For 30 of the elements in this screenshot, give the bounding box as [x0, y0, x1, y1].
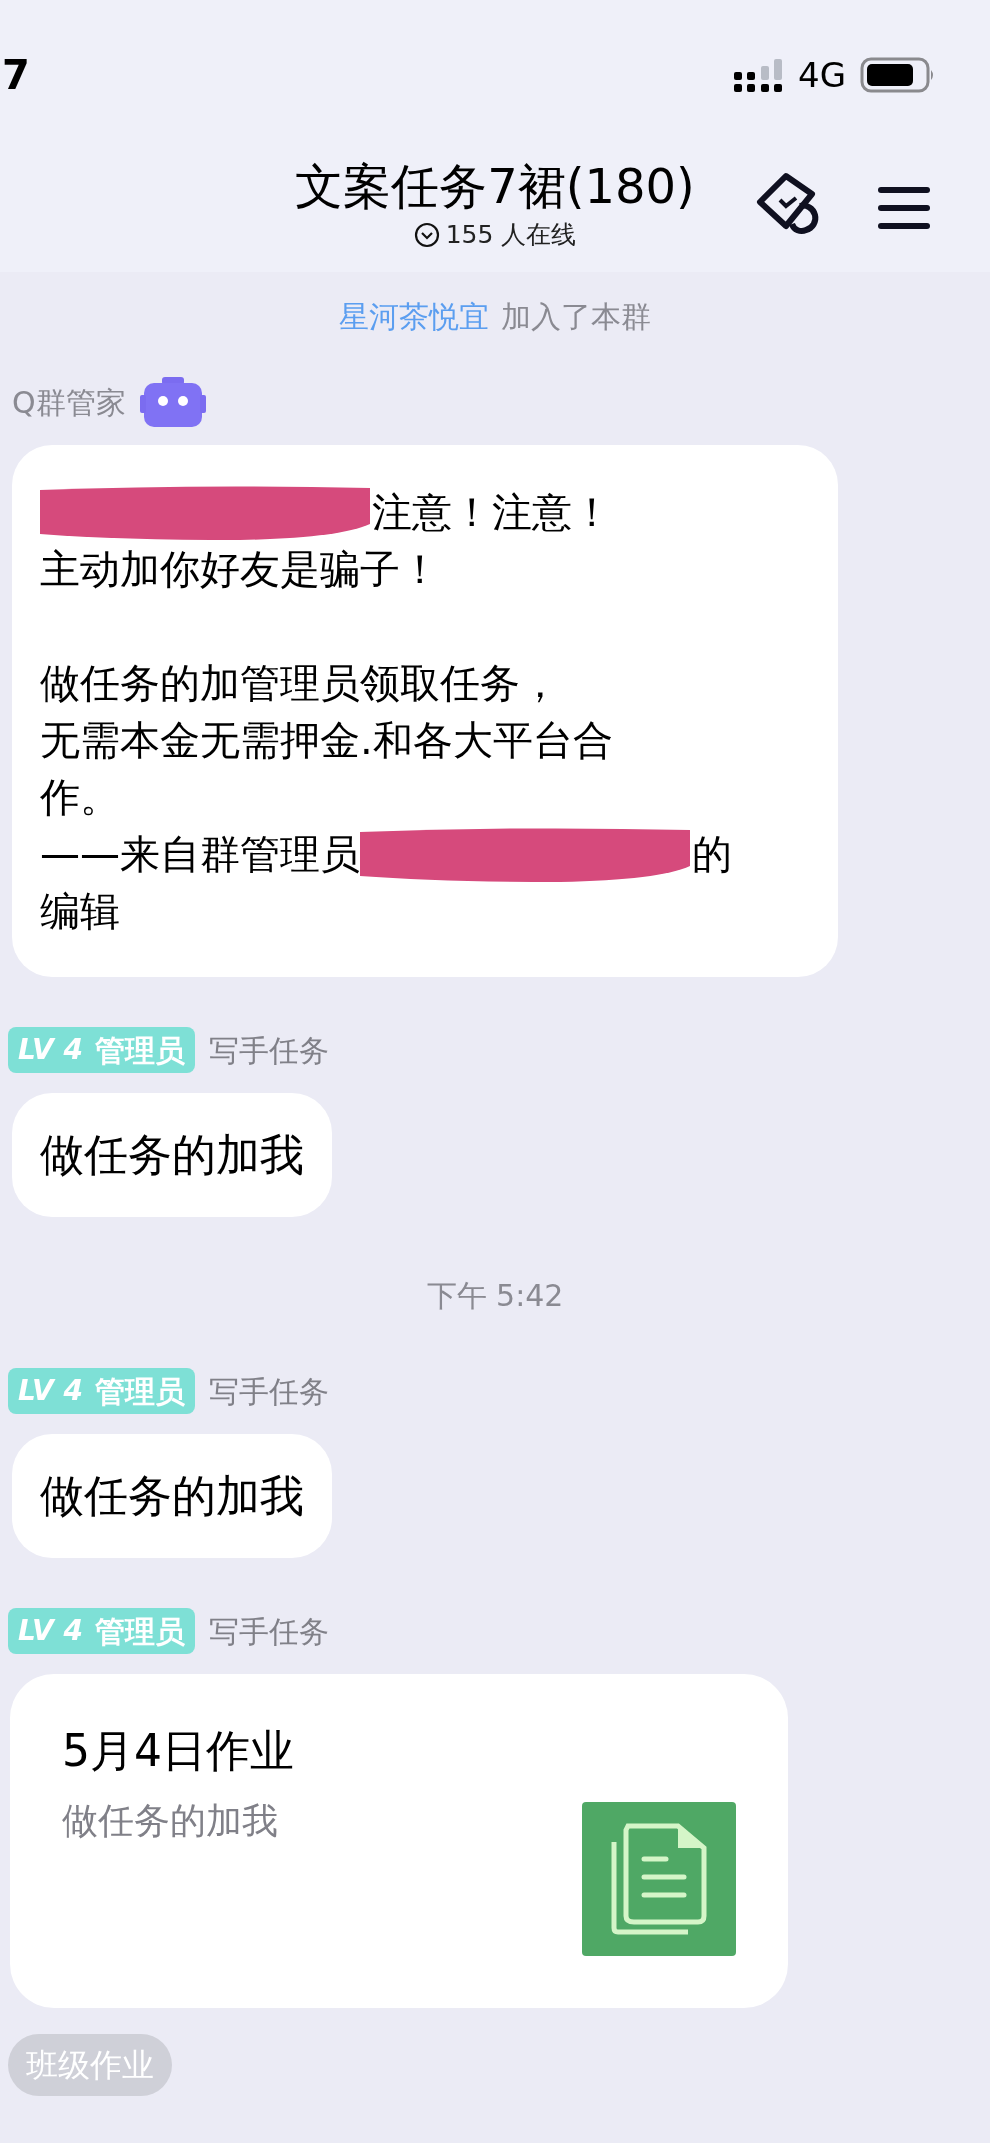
level-label: LV 4: [18, 1613, 83, 1649]
message-text: 的: [692, 829, 732, 879]
sender-name: 写手任务: [208, 1031, 329, 1070]
role-label: 管理员: [94, 1372, 185, 1411]
sender-name: 写手任务: [208, 1372, 329, 1411]
file-title: 5月4日作业: [62, 1724, 294, 1778]
role-label: 管理员: [94, 1612, 185, 1651]
online-count: 155 人在线: [445, 219, 577, 251]
file-subtitle: 做任务的加我: [62, 1799, 278, 1843]
status-time: 7: [2, 51, 30, 100]
message-bubble: 做任务的加我: [12, 1434, 332, 1558]
message-time: 下午 5:42: [426, 1277, 564, 1315]
network-label: 4G: [798, 53, 846, 97]
role-label: 管理员: [94, 1031, 185, 1070]
message-text: 做任务的加管理员领取任务，: [40, 658, 560, 708]
message-text: 注意！注意！: [372, 487, 612, 537]
level-label: LV 4: [18, 1032, 83, 1068]
message-text: 编辑: [40, 886, 120, 936]
level-label: LV 4: [18, 1373, 83, 1409]
message-text: ——来自群管理员: [40, 829, 360, 879]
message-text: 主动加你好友是骗子！: [40, 544, 440, 594]
message-text: 作。: [40, 772, 120, 822]
message-text: 无需本金无需押金.和各大平台合: [40, 715, 613, 765]
message-bubble: 做任务的加我: [12, 1093, 332, 1217]
file-card[interactable]: 5月4日作业 做任务的加我: [10, 1674, 788, 2008]
sender-name: 写手任务: [208, 1612, 329, 1651]
system-notice: 加入了本群: [501, 298, 651, 336]
sender-name: Q群管家: [12, 383, 126, 422]
chat-title: 文案任务7裙(180): [295, 158, 695, 214]
member-name-link[interactable]: 星河茶悦宜: [339, 294, 489, 339]
